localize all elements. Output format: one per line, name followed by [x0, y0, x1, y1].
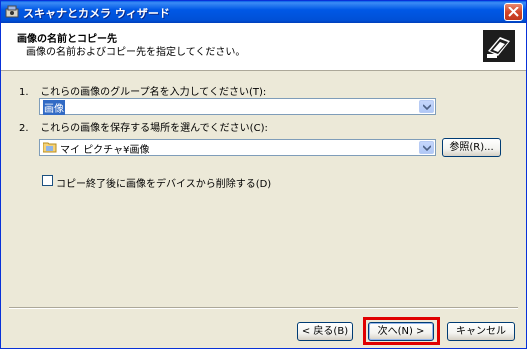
page-subtitle: 画像の名前およびコピー先を指定してください。 [26, 47, 246, 58]
step2-text: これらの画像を保存する場所を選んでください(C): [40, 123, 268, 134]
title-bar[interactable]: スキャナとカメラ ウィザード [1, 1, 526, 23]
step1-label: 1. これらの画像のグループ名を入力してください(T): [19, 83, 266, 98]
scanner-wizard-icon [482, 29, 516, 63]
browse-button[interactable]: 参照(R)... [442, 138, 501, 157]
footer-divider [9, 307, 518, 309]
destination-value: マイ ピクチャ¥画像 [60, 145, 150, 156]
close-icon [508, 7, 519, 17]
scanner-camera-icon [5, 5, 19, 18]
next-button[interactable]: 次へ(N) > [368, 322, 434, 341]
destination-dropdown-button[interactable] [419, 141, 434, 154]
step1-number: 1. [19, 87, 29, 98]
destination-combo[interactable]: マイ ピクチャ¥画像 [39, 139, 436, 156]
step1-text: これらの画像のグループ名を入力してください(T): [40, 87, 267, 98]
step2-number: 2. [19, 123, 29, 134]
window-title: スキャナとカメラ ウィザード [23, 7, 170, 20]
chevron-down-icon [423, 104, 431, 110]
folder-icon [42, 142, 57, 153]
close-button[interactable] [504, 3, 523, 21]
group-name-combo[interactable]: 画像 [39, 98, 436, 115]
cancel-button[interactable]: キャンセル [447, 322, 515, 341]
wizard-window: スキャナとカメラ ウィザード 画像の名前とコピー先 画像の名前およびコピー先を指… [0, 0, 527, 349]
group-name-value[interactable]: 画像 [43, 100, 65, 115]
delete-after-copy-label[interactable]: コピー終了後に画像をデバイスから削除する(D) [56, 175, 271, 190]
delete-after-copy-checkbox[interactable] [42, 175, 53, 186]
step2-label: 2. これらの画像を保存する場所を選んでください(C): [19, 119, 268, 134]
group-name-dropdown-button[interactable] [419, 100, 434, 113]
back-button[interactable]: < 戻る(B) [297, 322, 353, 341]
wizard-header: 画像の名前とコピー先 画像の名前およびコピー先を指定してください。 [1, 23, 526, 71]
chevron-down-icon [423, 145, 431, 151]
